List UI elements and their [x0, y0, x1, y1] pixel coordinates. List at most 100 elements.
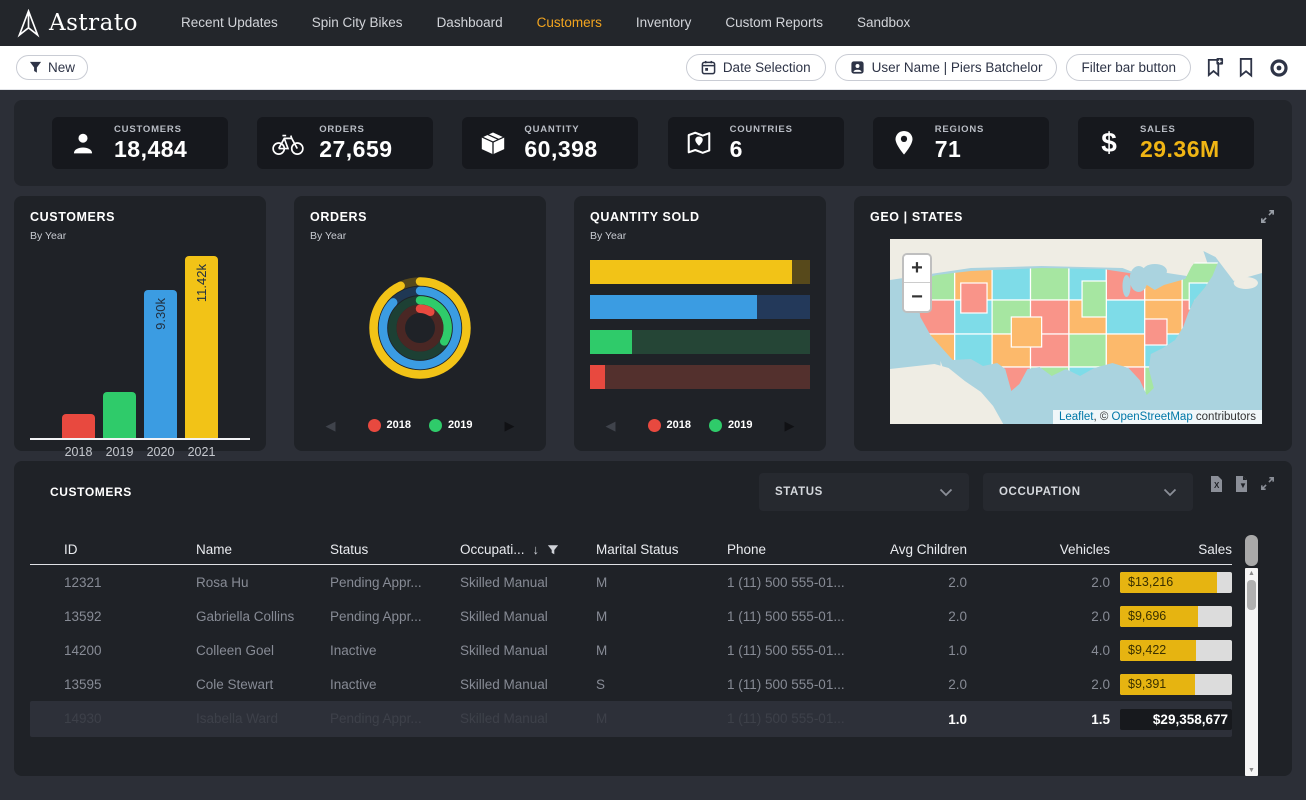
hbar-2021[interactable] [590, 260, 810, 284]
hbar-2019[interactable] [590, 330, 810, 354]
export-excel-icon[interactable]: X [1209, 475, 1224, 493]
leaflet-map-canvas[interactable]: + − Leaflet, © OpenStreetMap contributor… [890, 239, 1262, 424]
legend-entry-2019[interactable]: 2019 [709, 419, 752, 432]
cell-marital: M [596, 609, 727, 624]
nav-item-customers[interactable]: Customers [520, 0, 619, 46]
kpi-label: QUANTITY [524, 124, 597, 135]
legend-next-button[interactable]: ▶ [504, 419, 514, 432]
table-actions: X ▼ [1209, 475, 1276, 493]
bar-2019[interactable] [103, 392, 136, 438]
x-tick-2020: 2020 [144, 445, 177, 459]
map-icon [682, 129, 716, 157]
sales-bar: $9,696 [1120, 606, 1232, 627]
kpi-label: ORDERS [319, 124, 392, 135]
brand-logo[interactable]: Astrato [16, 9, 138, 38]
zoom-out-button[interactable]: − [904, 283, 930, 311]
nav-item-sandbox[interactable]: Sandbox [840, 0, 927, 46]
nav-item-recent-updates[interactable]: Recent Updates [164, 0, 295, 46]
leaflet-link[interactable]: Leaflet [1059, 411, 1094, 423]
legend-label: 2019 [448, 419, 472, 431]
bar-2018[interactable] [62, 414, 95, 438]
expand-icon[interactable] [1259, 208, 1276, 225]
column-header-id[interactable]: ID [30, 542, 196, 557]
sales-bar-label: $9,422 [1128, 640, 1166, 661]
openstreetmap-link[interactable]: OpenStreetMap [1112, 411, 1193, 423]
visibility-eye-icon[interactable] [1268, 58, 1290, 78]
column-header-label: ID [64, 542, 78, 557]
hbar-2018[interactable] [590, 365, 810, 389]
box-icon [476, 129, 510, 157]
kpi-card-regions: REGIONS71 [873, 117, 1049, 169]
date-selection-button[interactable]: Date Selection [686, 54, 826, 81]
column-header-vehicles[interactable]: Vehicles [967, 542, 1110, 557]
map-title: GEO | STATES [870, 210, 963, 224]
cell-sales: $13,216 [1110, 572, 1232, 593]
column-header-occupati[interactable]: Occupati...↓ [460, 542, 596, 557]
legend-entry-2019[interactable]: 2019 [429, 419, 472, 432]
orders-radial-chart-panel: ORDERS By Year ◀20182019▶ [294, 196, 546, 451]
bar-value-label: 9.30k [153, 298, 168, 330]
new-filter-button[interactable]: New [16, 55, 88, 80]
svg-text:$: $ [1101, 128, 1117, 158]
scrollbar-cap[interactable] [1245, 535, 1258, 566]
nav-item-inventory[interactable]: Inventory [619, 0, 709, 46]
table-row-12321[interactable]: 12321Rosa HuPending Appr...Skilled Manua… [30, 565, 1232, 599]
ring-2021[interactable] [374, 281, 467, 374]
table-row-13595[interactable]: 13595Cole StewartInactiveSkilled ManualS… [30, 667, 1232, 701]
legend-prev-button[interactable]: ◀ [606, 419, 616, 432]
legend-label: 2018 [387, 419, 411, 431]
status-filter-dropdown[interactable]: STATUS [759, 473, 969, 511]
column-header-avg-children[interactable]: Avg Children [867, 542, 967, 557]
bar-2021[interactable]: 11.42k [185, 256, 218, 438]
table-row-13592[interactable]: 13592Gabriella CollinsPending Appr...Ski… [30, 599, 1232, 633]
zoom-in-button[interactable]: + [904, 255, 930, 283]
cell-id: 13592 [30, 609, 196, 624]
column-header-name[interactable]: Name [196, 542, 330, 557]
kpi-panel: CUSTOMERS18,484ORDERS27,659QUANTITY60,39… [14, 100, 1292, 186]
filter-bar-button[interactable]: Filter bar button [1066, 54, 1191, 81]
nav-item-dashboard[interactable]: Dashboard [420, 0, 520, 46]
nav-item-custom-reports[interactable]: Custom Reports [708, 0, 840, 46]
hbar-2020[interactable] [590, 295, 810, 319]
legend-label: 2018 [667, 419, 691, 431]
scroll-up-arrow[interactable]: ▲ [1245, 570, 1258, 577]
scroll-down-arrow[interactable]: ▼ [1245, 767, 1258, 774]
user-name-button[interactable]: User Name | Piers Batchelor [835, 54, 1058, 81]
scrollbar-track[interactable]: ▲ ▼ [1245, 568, 1258, 776]
cell-occupation: Skilled Manual [460, 677, 596, 692]
table-title: CUSTOMERS [30, 485, 745, 499]
legend-prev-button[interactable]: ◀ [326, 419, 336, 432]
legend-next-button[interactable]: ▶ [784, 419, 794, 432]
scrollbar-thumb[interactable] [1247, 580, 1256, 610]
sales-bar-label: $9,696 [1128, 606, 1166, 627]
sort-descending-icon[interactable]: ↓ [533, 542, 540, 557]
radial-chart-plot[interactable] [310, 242, 530, 413]
cell-marital: M [596, 575, 727, 590]
column-header-sales[interactable]: Sales [1110, 542, 1232, 557]
legend-entry-2018[interactable]: 2018 [648, 419, 691, 432]
sales-bar: $9,422 [1120, 640, 1232, 661]
filter-toolbar: New Date Selection User Name | Piers Bat… [0, 46, 1306, 90]
column-header-marital-status[interactable]: Marital Status [596, 542, 727, 557]
column-header-status[interactable]: Status [330, 542, 460, 557]
kpi-value: 18,484 [114, 136, 187, 163]
cell-vehicles: 2.0 [967, 677, 1110, 692]
table-row-14200[interactable]: 14200Colleen GoelInactiveSkilled ManualM… [30, 633, 1232, 667]
legend-entry-2018[interactable]: 2018 [368, 419, 411, 432]
nav-items: Recent UpdatesSpin City BikesDashboardCu… [164, 0, 927, 46]
export-document-icon[interactable]: ▼ [1234, 475, 1249, 493]
column-header-phone[interactable]: Phone [727, 542, 867, 557]
nav-item-spin-city-bikes[interactable]: Spin City Bikes [295, 0, 420, 46]
hbar-fill [590, 330, 632, 354]
occupation-filter-dropdown[interactable]: OCCUPATION [983, 473, 1193, 511]
legend-dot [368, 419, 381, 432]
bookmark-icon[interactable] [1238, 57, 1254, 78]
column-header-label: Marital Status [596, 542, 679, 557]
bookmark-add-icon[interactable] [1205, 57, 1224, 78]
column-filter-icon[interactable] [547, 544, 559, 556]
expand-icon[interactable] [1259, 475, 1276, 492]
sales-bar-label: $9,391 [1128, 674, 1166, 695]
kpi-value: 29.36M [1140, 136, 1220, 163]
kpi-card-sales: $SALES29.36M [1078, 117, 1254, 169]
bar-2020[interactable]: 9.30k [144, 290, 177, 438]
